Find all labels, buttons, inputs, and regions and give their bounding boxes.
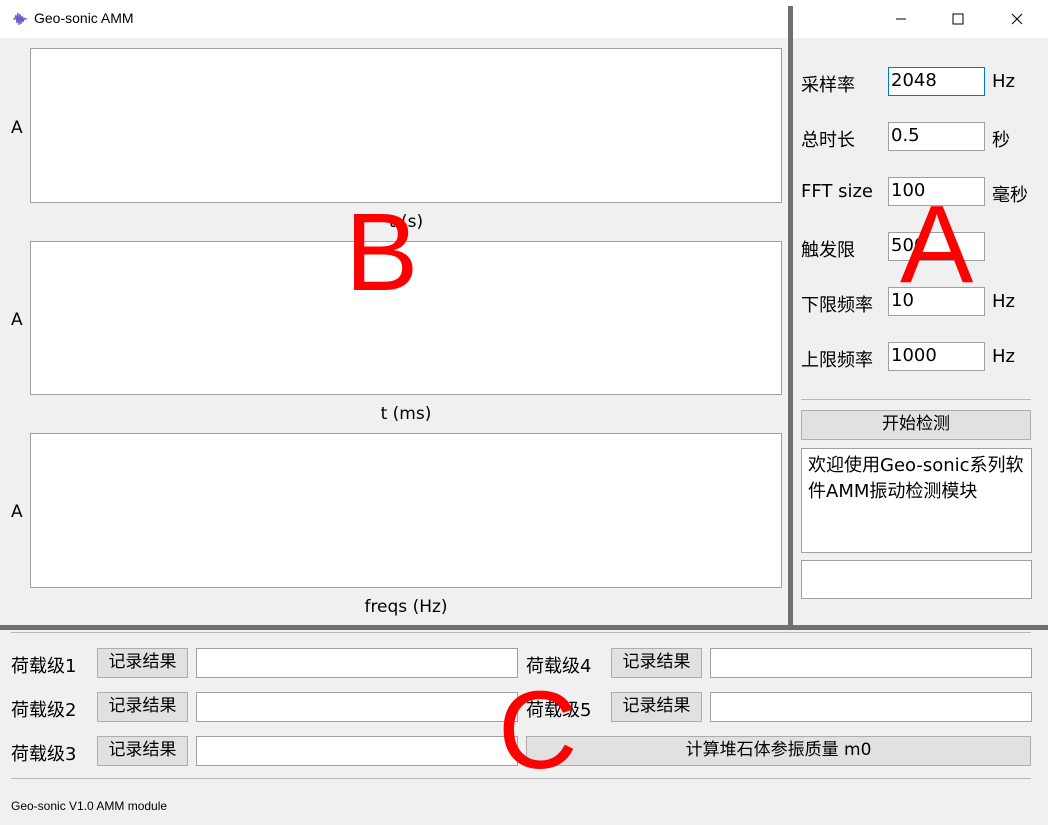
load1-label: 荷载级1 — [11, 656, 77, 677]
load2-record-button[interactable]: 记录结果 — [97, 692, 188, 722]
status-text: Geo-sonic V1.0 AMM module — [11, 799, 168, 813]
close-button[interactable] — [994, 0, 1040, 38]
compute-mass-button[interactable]: 计算堆石体参振质量 m0 — [526, 736, 1031, 766]
maximize-icon — [952, 13, 964, 25]
high-freq-input[interactable]: 1000 — [888, 342, 985, 371]
high-freq-label: 上限频率 — [801, 350, 873, 371]
load3-record-button[interactable]: 记录结果 — [97, 736, 188, 766]
sample-rate-label: 采样率 — [801, 75, 855, 96]
load4-result-input[interactable] — [710, 648, 1032, 678]
load1-result-input[interactable] — [196, 648, 518, 678]
low-freq-label: 下限频率 — [801, 295, 873, 316]
load5-record-button[interactable]: 记录结果 — [611, 692, 702, 722]
plot3-ylabel: A — [11, 502, 23, 522]
settings-separator — [801, 399, 1031, 400]
message-box[interactable]: 欢迎使用Geo-sonic系列软件AMM振动检测模块 — [801, 448, 1032, 553]
high-freq-unit: Hz — [992, 346, 1015, 367]
plot1-ylabel: A — [11, 118, 23, 138]
annotation-a: A — [900, 183, 974, 306]
bottom-top-separator — [11, 632, 1031, 633]
time-plot-seconds[interactable] — [30, 48, 782, 203]
annotation-c: C — [498, 669, 578, 792]
horizontal-divider — [0, 625, 1048, 630]
vertical-divider — [788, 6, 793, 629]
load3-label: 荷载级3 — [11, 744, 77, 765]
duration-label: 总时长 — [801, 130, 855, 151]
low-freq-unit: Hz — [992, 291, 1015, 312]
load2-label: 荷载级2 — [11, 700, 77, 721]
sample-rate-unit: Hz — [992, 71, 1015, 92]
maximize-button[interactable] — [935, 0, 981, 38]
duration-unit: 秒 — [992, 130, 1010, 151]
duration-input[interactable]: 0.5 — [888, 122, 985, 151]
trigger-label: 触发限 — [801, 240, 855, 261]
load3-result-input[interactable] — [196, 736, 518, 766]
minimize-icon — [896, 18, 906, 20]
sample-rate-input[interactable]: 2048 — [888, 67, 985, 96]
load4-record-button[interactable]: 记录结果 — [611, 648, 702, 678]
fft-size-label: FFT size — [801, 181, 874, 202]
load2-result-input[interactable] — [196, 692, 518, 722]
close-icon — [1011, 13, 1023, 25]
annotation-b: B — [345, 191, 419, 314]
load5-result-input[interactable] — [710, 692, 1032, 722]
plot2-xlabel: t (ms) — [380, 404, 432, 424]
plot2-ylabel: A — [11, 310, 23, 330]
window-title: Geo-sonic AMM — [34, 10, 134, 26]
load1-record-button[interactable]: 记录结果 — [97, 648, 188, 678]
app-waveform-icon — [13, 12, 27, 26]
status-output-box[interactable] — [801, 560, 1032, 599]
minimize-button[interactable] — [878, 0, 924, 38]
fft-size-unit: 毫秒 — [992, 185, 1028, 206]
start-detection-button[interactable]: 开始检测 — [801, 410, 1031, 440]
plot3-xlabel: freqs (Hz) — [364, 597, 448, 617]
freq-plot[interactable] — [30, 433, 782, 588]
